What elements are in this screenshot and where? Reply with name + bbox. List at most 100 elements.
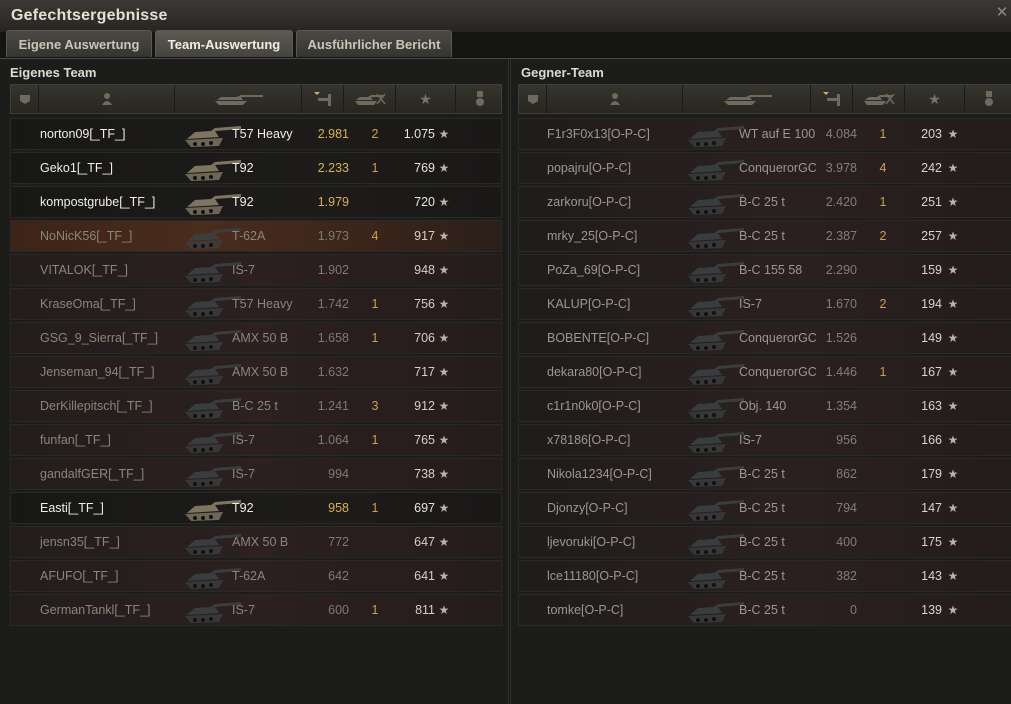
player-name: zarkoru[O-P-C]	[547, 195, 632, 209]
table-row[interactable]: KALUP[O-P-C] IS-7 1.670 2 194 ★	[518, 288, 1011, 320]
experience-value: 994	[328, 467, 349, 481]
table-row[interactable]: Djonzy[O-P-C] B-C 25 t 794 147 ★	[518, 492, 1011, 524]
score-value: 647	[414, 535, 435, 549]
table-row[interactable]: AFUFO[_TF_] T-62A 642 641 ★	[10, 560, 502, 592]
table-row[interactable]: Easti[_TF_] T92 958 1 697 ★	[10, 492, 502, 524]
star-icon: ★	[947, 127, 959, 141]
table-row[interactable]: PoZa_69[O-P-C] B-C 155 58 2.290 159 ★	[518, 254, 1011, 286]
table-row[interactable]: Geko1[_TF_] T92 2.233 1 769 ★	[10, 152, 502, 184]
score-value: 1.075	[403, 127, 435, 141]
table-row[interactable]: GSG_9_Sierra[_TF_] AMX 50 B 1.658 1 706 ★	[10, 322, 502, 354]
star-icon: ★	[438, 433, 450, 447]
table-row[interactable]: x78186[O-P-C] IS-7 956 166 ★	[518, 424, 1011, 456]
experience-value: 1.446	[825, 365, 857, 379]
table-row[interactable]: Jenseman_94[_TF_] AMX 50 B 1.632 717 ★	[10, 356, 502, 388]
table-row[interactable]: BOBENTE[O-P-C] ConquerorGC 1.526 149 ★	[518, 322, 1011, 354]
score-value: 756	[414, 297, 435, 311]
player-name: AFUFO[_TF_]	[40, 569, 119, 583]
experience-value: 956	[836, 433, 857, 447]
player-name: c1r1n0k0[O-P-C]	[547, 399, 641, 413]
player-name: Easti[_TF_]	[40, 501, 104, 515]
score-value: 147	[921, 501, 942, 515]
kills-value	[365, 561, 385, 591]
player-name: ljevoruki[O-P-C]	[547, 535, 636, 549]
experience-value: 1.902	[317, 263, 349, 277]
player-icon[interactable]	[547, 85, 683, 113]
tank-image	[684, 561, 744, 591]
close-icon[interactable]: ✕	[995, 5, 1009, 20]
star-icon: ★	[438, 569, 450, 583]
table-row[interactable]: Nikola1234[O-P-C] B-C 25 t 862 179 ★	[518, 458, 1011, 490]
star-icon[interactable]: ★	[905, 85, 965, 113]
player-icon[interactable]	[39, 85, 175, 113]
table-row[interactable]: tomke[O-P-C] B-C 25 t 0 139 ★	[518, 594, 1011, 626]
player-name: norton09[_TF_]	[40, 127, 126, 141]
star-icon: ★	[947, 263, 959, 277]
score-value: 697	[414, 501, 435, 515]
experience-sort-icon[interactable]	[302, 85, 344, 113]
table-row[interactable]: funfan[_TF_] IS-7 1.064 1 765 ★	[10, 424, 502, 456]
squad-icon[interactable]	[519, 85, 547, 113]
table-row[interactable]: F1r3F0x13[O-P-C] WT auf E 100 4.084 1 203 ★	[518, 118, 1011, 150]
table-row[interactable]: KraseOma[_TF_] T57 Heavy 1.742 1 756 ★	[10, 288, 502, 320]
tank-image	[684, 493, 744, 523]
table-row[interactable]: DerKillepitsch[_TF_] B-C 25 t 1.241 3 912 ★	[10, 390, 502, 422]
table-row[interactable]: popajru[O-P-C] ConquerorGC 3.978 4 242 ★	[518, 152, 1011, 184]
score-value: 917	[414, 229, 435, 243]
star-icon: ★	[947, 501, 959, 515]
score-value: 139	[921, 603, 942, 617]
experience-value: 772	[328, 535, 349, 549]
enemy-team-header: ★	[518, 84, 1011, 114]
player-name: VITALOK[_TF_]	[40, 263, 128, 277]
kills-value	[873, 493, 893, 523]
kills-value	[873, 459, 893, 489]
star-icon[interactable]: ★	[396, 85, 456, 113]
own-team-header: ★	[10, 84, 502, 114]
experience-value: 3.978	[825, 161, 857, 175]
kills-value	[365, 357, 385, 387]
kills-value: 2	[879, 229, 887, 243]
player-name: KraseOma[_TF_]	[40, 297, 136, 311]
table-row[interactable]: ljevoruki[O-P-C] B-C 25 t 400 175 ★	[518, 526, 1011, 558]
window-title: Gefechtsergebnisse	[11, 7, 168, 24]
kills-icon[interactable]	[344, 85, 396, 113]
experience-sort-icon[interactable]	[811, 85, 853, 113]
table-row[interactable]: dekara80[O-P-C] ConquerorGC 1.446 1 167 ★	[518, 356, 1011, 388]
table-row[interactable]: kompostgrube[_TF_] T92 1.979 720 ★	[10, 186, 502, 218]
tank-icon[interactable]	[175, 85, 302, 113]
table-row[interactable]: mrky_25[O-P-C] B-C 25 t 2.387 2 257 ★	[518, 220, 1011, 252]
table-row[interactable]: jensn35[_TF_] AMX 50 B 772 647 ★	[10, 526, 502, 558]
medal-icon[interactable]	[456, 85, 503, 113]
kills-icon[interactable]	[853, 85, 905, 113]
experience-value: 2.387	[825, 229, 857, 243]
table-row[interactable]: lce11180[O-P-C] B-C 25 t 382 143 ★	[518, 560, 1011, 592]
experience-value: 862	[836, 467, 857, 481]
kills-value: 2	[879, 297, 887, 311]
player-name: funfan[_TF_]	[40, 433, 111, 447]
score-value: 179	[921, 467, 942, 481]
score-value: 948	[414, 263, 435, 277]
table-row[interactable]: NoNicK56[_TF_] T-62A 1.973 4 917 ★	[10, 220, 502, 252]
experience-value: 0	[850, 603, 857, 617]
experience-value: 2.290	[825, 263, 857, 277]
star-icon: ★	[438, 127, 450, 141]
squad-icon[interactable]	[11, 85, 39, 113]
tank-image	[684, 357, 744, 387]
tank-image	[684, 221, 744, 251]
tab-ausfuehrlicher-bericht[interactable]: Ausführlicher Bericht	[296, 30, 452, 57]
table-row[interactable]: GermanTankl[_TF_] IS-7 600 1 811 ★	[10, 594, 502, 626]
kills-value	[873, 561, 893, 591]
table-row[interactable]: norton09[_TF_] T57 Heavy 2.981 2 1.075 ★	[10, 118, 502, 150]
table-row[interactable]: zarkoru[O-P-C] B-C 25 t 2.420 1 251 ★	[518, 186, 1011, 218]
tank-image	[684, 425, 744, 455]
table-row[interactable]: c1r1n0k0[O-P-C] Obj. 140 1.354 163 ★	[518, 390, 1011, 422]
tank-icon[interactable]	[683, 85, 811, 113]
tab-team-auswertung[interactable]: Team-Auswertung	[155, 30, 293, 57]
score-value: 242	[921, 161, 942, 175]
table-row[interactable]: VITALOK[_TF_] IS-7 1.902 948 ★	[10, 254, 502, 286]
star-icon: ★	[438, 297, 450, 311]
tab-eigene-auswertung[interactable]: Eigene Auswertung	[6, 30, 152, 57]
table-row[interactable]: gandalfGER[_TF_] IS-7 994 738 ★	[10, 458, 502, 490]
medal-icon[interactable]	[965, 85, 1011, 113]
kills-value: 4	[879, 161, 887, 175]
